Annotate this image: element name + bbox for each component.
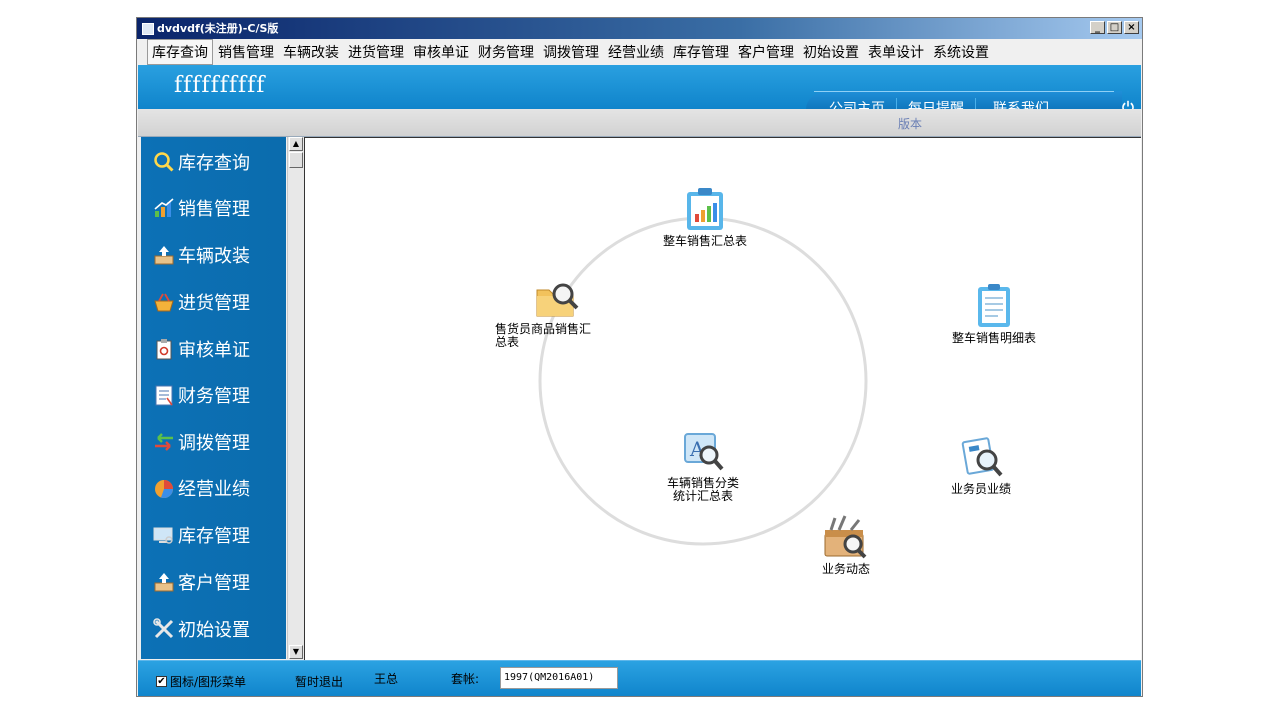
sidebar-item-label: 审核单证 (178, 340, 250, 361)
sidebar-item-label: 客户管理 (178, 573, 250, 594)
tools-icon (153, 618, 174, 639)
flow-node-vehicle-sales-detail[interactable]: 整车销售明细表 (946, 283, 1042, 345)
sidebar-item-inventory-mgmt[interactable]: 库存管理 (153, 520, 250, 550)
menu-item-initial-settings[interactable]: 初始设置 (799, 40, 863, 64)
flow-node-business-dynamics[interactable]: 业务动态 (816, 514, 876, 576)
main-panel: 整车销售汇总表 整车销售明细表 业务员业绩 业务动态 A 车辆销售分类 统计汇总… (304, 137, 1141, 660)
flow-node-label: 售货员商品销售汇 总表 (495, 322, 592, 349)
flow-node-label: 业务员业绩 (950, 482, 1011, 496)
temporary-exit-button[interactable]: 暂时退出 (295, 673, 343, 690)
scroll-up-arrow[interactable]: ▲ (289, 137, 303, 151)
sidebar-item-label: 经营业绩 (178, 479, 250, 500)
toolbox-search-icon (824, 515, 867, 559)
document-search-icon (961, 437, 1003, 477)
sidebar-item-purchase[interactable]: 进货管理 (153, 287, 250, 317)
sidebar-item-customer[interactable]: 客户管理 (153, 567, 250, 597)
chart-icon (154, 198, 174, 217)
power-icon[interactable] (1121, 100, 1135, 109)
sidebar-item-audit[interactable]: 审核单证 (153, 334, 250, 364)
sidebar-item-transfer[interactable]: 调拨管理 (153, 427, 250, 457)
sidebar-scrollbar[interactable]: ▲ ▼ (287, 137, 304, 659)
sidebar-item-label: 库存查询 (178, 153, 250, 174)
flow-node-label: 整车销售汇总表 (662, 234, 747, 248)
text-search-icon: A (684, 433, 724, 471)
sidebar-item-label: 车辆改装 (178, 246, 250, 267)
nav-company-home[interactable]: 公司主页 (818, 98, 897, 109)
menu-mode-toggle[interactable]: ✔ 图标/图形菜单 (156, 673, 246, 690)
sidebar-item-vehicle-mod[interactable]: 车辆改装 (153, 240, 250, 270)
header-nav: 公司主页 每日提醒 联系我们 (818, 98, 1066, 109)
minimize-button[interactable]: _ (1090, 21, 1105, 34)
scroll-thumb[interactable] (289, 152, 303, 168)
monitor-icon (153, 527, 173, 544)
nav-daily-reminder[interactable]: 每日提醒 (897, 98, 976, 109)
account-field[interactable]: 1997(QM2016A01) (500, 667, 618, 689)
sidebar-item-initial-settings[interactable]: 初始设置 (153, 614, 250, 644)
flow-node-salesperson-performance[interactable]: 业务员业绩 (939, 434, 1023, 496)
notepad-icon (978, 284, 1010, 327)
flow-node-label: 业务动态 (821, 562, 870, 576)
current-user: 王总 (374, 672, 399, 686)
title-bar[interactable]: dvdvdf(未注册)-C/S版 _ □ × (137, 18, 1142, 39)
sidebar-item-label: 销售管理 (178, 199, 250, 220)
menu-item-vehicle-mod[interactable]: 车辆改装 (279, 40, 343, 64)
maximize-button[interactable]: □ (1107, 21, 1122, 34)
notepad-icon (155, 385, 173, 406)
sidebar-item-finance[interactable]: 财务管理 (153, 380, 250, 410)
sidebar-item-inventory-query[interactable]: 库存查询 (153, 147, 250, 177)
flow-node-label: 车辆销售分类 统计汇总表 (666, 476, 739, 503)
sidebar-item-label: 初始设置 (178, 620, 250, 641)
flow-node-label: 整车销售明细表 (951, 331, 1036, 345)
menu-mode-label: 图标/图形菜单 (170, 675, 247, 689)
version-link[interactable]: 版本 (898, 115, 922, 132)
transfer-arrows-icon (155, 433, 173, 451)
menu-item-purchase[interactable]: 进货管理 (344, 40, 408, 64)
flow-node-vehicle-sales-summary[interactable]: 整车销售汇总表 (660, 186, 750, 248)
scroll-down-arrow[interactable]: ▼ (289, 645, 303, 659)
menu-bar: 库存查询 销售管理 车辆改装 进货管理 审核单证 财务管理 调拨管理 经营业绩 … (137, 39, 1142, 65)
menu-item-system-settings[interactable]: 系统设置 (929, 40, 993, 64)
folder-search-icon (536, 283, 579, 317)
box-upload-icon (154, 246, 174, 265)
window-title: dvdvdf(未注册)-C/S版 (157, 22, 279, 35)
menu-item-form-design[interactable]: 表单设计 (864, 40, 928, 64)
clipboard-chart-icon (687, 188, 723, 230)
close-button[interactable]: × (1124, 21, 1139, 34)
menu-item-transfer[interactable]: 调拨管理 (539, 40, 603, 64)
sidebar-item-performance[interactable]: 经营业绩 (153, 473, 250, 503)
checkbox-icon[interactable]: ✔ (156, 676, 167, 687)
sidebar-item-label: 财务管理 (178, 386, 250, 407)
app-icon (142, 23, 154, 35)
pie-chart-icon (155, 480, 174, 499)
box-upload-icon (154, 573, 174, 592)
sidebar-item-label: 调拨管理 (178, 433, 250, 454)
account-label: 套帐: (451, 672, 480, 686)
menu-item-performance[interactable]: 经营业绩 (604, 40, 668, 64)
menu-item-inventory-query[interactable]: 库存查询 (147, 39, 213, 65)
sidebar-item-sales[interactable]: 销售管理 (153, 193, 250, 223)
flow-node-vehicle-category-summary[interactable]: A 车辆销售分类 统计汇总表 (653, 428, 753, 503)
menu-item-customer[interactable]: 客户管理 (734, 40, 798, 64)
sidebar: 库存查询 销售管理 车辆改装 进货管理 审核单证 财务管理 调拨管理 经营业绩 … (141, 137, 286, 659)
app-window: dvdvdf(未注册)-C/S版 _ □ × 库存查询 销售管理 车辆改装 进货… (136, 17, 1143, 697)
nav-contact-us[interactable]: 联系我们 (976, 98, 1066, 109)
sidebar-item-label: 进货管理 (178, 293, 250, 314)
basket-icon (154, 293, 174, 312)
search-icon (154, 152, 174, 172)
menu-item-finance[interactable]: 财务管理 (474, 40, 538, 64)
status-bar: ✔ 图标/图形菜单 暂时退出 王总 套帐: 1997(QM2016A01) (138, 660, 1141, 696)
version-strip: 版本 (138, 109, 1141, 137)
clipboard-search-icon (156, 339, 172, 360)
sidebar-item-label: 库存管理 (178, 526, 250, 547)
flow-node-seller-product-summary[interactable]: 售货员商品销售汇 总表 (495, 274, 607, 349)
header-banner: ffffffffff 公司主页 每日提醒 联系我们 (138, 65, 1141, 109)
menu-item-inventory-mgmt[interactable]: 库存管理 (669, 40, 733, 64)
company-name: ffffffffff (174, 73, 266, 98)
menu-item-audit[interactable]: 审核单证 (409, 40, 473, 64)
menu-item-sales[interactable]: 销售管理 (214, 40, 278, 64)
